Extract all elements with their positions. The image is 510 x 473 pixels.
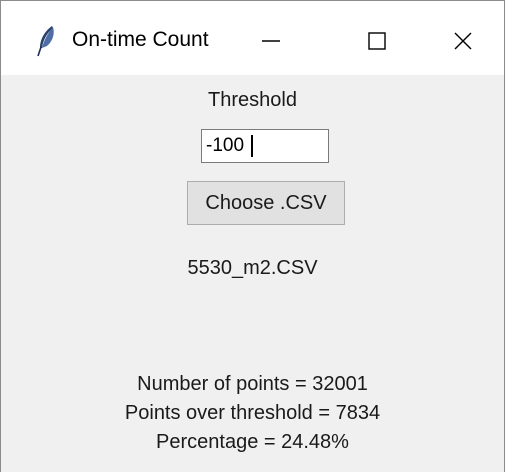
- minimize-icon: [260, 30, 282, 57]
- selected-file-label: 5530_m2.CSV: [187, 257, 318, 279]
- window-content: Threshold Choose .CSV 5530_m2.CSV Number…: [1, 75, 504, 473]
- close-icon: [452, 30, 474, 57]
- window-title: On-time Count: [72, 28, 209, 51]
- feather-icon: [35, 25, 57, 57]
- title-bar[interactable]: On-time Count: [1, 1, 504, 75]
- text-cursor: [251, 135, 253, 157]
- choose-csv-button[interactable]: Choose .CSV: [187, 181, 345, 225]
- points-over-threshold-label: Points over threshold = 7834: [124, 402, 381, 424]
- app-window: On-time Count Threshold -100 Choose .CSV…: [0, 0, 505, 472]
- threshold-label: Threshold: [208, 89, 297, 111]
- number-of-points-label: Number of points = 32001: [137, 373, 368, 395]
- maximize-button[interactable]: [345, 19, 409, 67]
- percentage-label: Percentage = 24.48%: [156, 431, 349, 453]
- threshold-input[interactable]: [201, 129, 329, 163]
- close-button[interactable]: [431, 19, 495, 67]
- minimize-button[interactable]: [239, 19, 303, 67]
- maximize-icon: [366, 30, 388, 57]
